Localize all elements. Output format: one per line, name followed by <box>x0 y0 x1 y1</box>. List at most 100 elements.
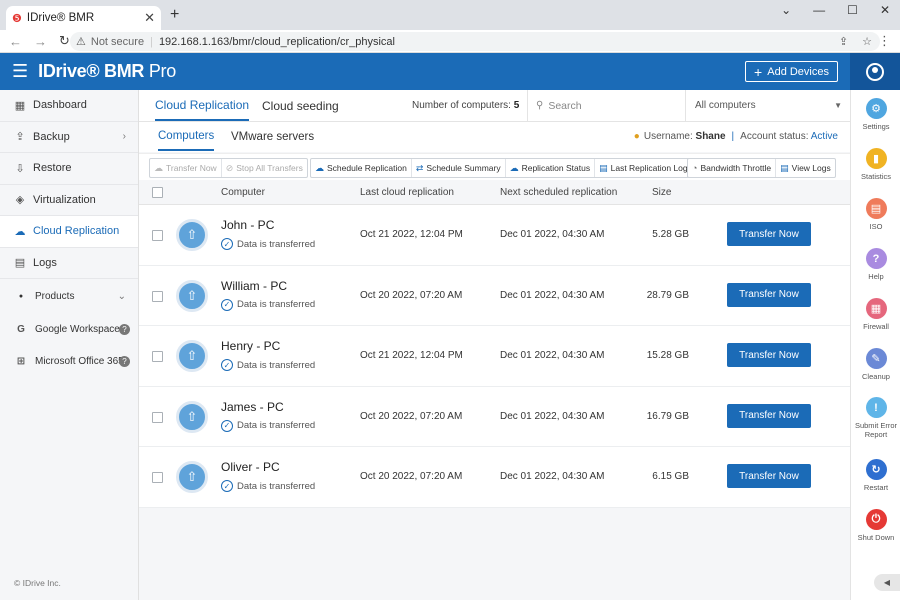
last-replication-date: Oct 21 2022, 12:04 PM <box>360 229 463 240</box>
cloud-upload-icon: ⇧ <box>176 400 208 433</box>
right-tool-rail: ⚙ Settings ▮ Statistics ▤ ISO ? Help ▦ Firewa… <box>850 90 900 600</box>
user-profile-button[interactable] <box>850 53 900 90</box>
maximize-button[interactable]: ☐ <box>847 3 858 17</box>
bullet-icon: ● <box>18 292 24 300</box>
main-content: Cloud Replication Cloud seeding Number o… <box>139 90 850 600</box>
transfer-status: ✓ Data is transferred <box>221 238 315 250</box>
schedule-summary-button[interactable]: ⇄ Schedule Summary <box>412 159 506 177</box>
rail-shut-down[interactable]: ⏻ Shut Down <box>851 509 900 542</box>
search-input[interactable]: ⚲ Search <box>527 90 685 121</box>
url-field[interactable]: ⚠ Not secure | 192.168.1.163/bmr/cloud_r… <box>70 32 880 51</box>
help-icon[interactable]: ? <box>119 355 130 367</box>
sidebar-item-virtualization[interactable]: ◈ Virtualization <box>0 185 138 216</box>
transfer-status: ✓ Data is transferred <box>221 298 315 311</box>
caret-left-icon: ◀ <box>883 578 891 587</box>
last-replication-log-button[interactable]: ▤ Last Replication Log <box>595 159 692 177</box>
help-icon: ? <box>865 248 887 269</box>
close-window-button[interactable]: ✕ <box>880 3 890 17</box>
share-icon[interactable]: ⇪ <box>839 35 848 48</box>
sidebar-item-google-workspace[interactable]: G Google Workspace? <box>0 313 138 345</box>
restore-icon: ⇩ <box>15 162 25 175</box>
row-checkbox[interactable] <box>152 411 163 423</box>
cleanup-icon: ✎ <box>865 348 887 369</box>
row-checkbox[interactable] <box>152 351 163 362</box>
minimize-button[interactable]: — <box>813 3 825 17</box>
check-circle-icon: ✓ <box>221 480 233 492</box>
tab-close-icon[interactable]: ✕ <box>144 10 155 26</box>
sidebar-item-office-365[interactable]: ⊞ Microsoft Office 365? <box>0 345 138 377</box>
transfer-now-button[interactable]: Transfer Now <box>727 464 811 488</box>
cloud-icon: ☁ <box>14 225 26 238</box>
select-all-checkbox[interactable] <box>152 187 163 198</box>
sidebar-item-backup[interactable]: ⇪ Backup › <box>0 122 138 153</box>
last-replication-date: Oct 20 2022, 07:20 AM <box>360 410 463 422</box>
cloud-upload-icon: ☁ <box>154 162 163 173</box>
row-checkbox[interactable] <box>152 290 163 302</box>
view-logs-button[interactable]: ▤ View Logs <box>776 159 835 177</box>
sidebar-item-cloud-replication[interactable]: ☁ Cloud Replication <box>0 216 138 248</box>
rail-cleanup[interactable]: ✎ Cleanup <box>851 348 900 381</box>
bookmark-star-icon[interactable]: ☆ <box>862 35 872 48</box>
tab-computers[interactable]: Computers <box>158 122 215 151</box>
caret-down-icon: ▼ <box>834 101 842 110</box>
browser-tab[interactable]: ❺ IDrive® BMR ✕ <box>6 6 161 30</box>
new-tab-button[interactable]: + <box>170 6 179 24</box>
transfer-now-button[interactable]: Transfer Now <box>727 282 811 307</box>
forward-icon[interactable]: → <box>34 34 47 49</box>
check-circle-icon: ✓ <box>221 238 233 250</box>
replication-status-button[interactable]: ☁ Replication Status <box>506 159 596 177</box>
gauge-icon: ◔ <box>692 163 698 173</box>
last-replication-date: Oct 20 2022, 07:20 AM <box>360 471 463 482</box>
sidebar-item-restore[interactable]: ⇩ Restore <box>0 153 138 185</box>
hamburger-menu-icon[interactable]: ☰ <box>12 61 28 82</box>
layers-icon: ◈ <box>15 194 25 207</box>
rail-help[interactable]: ? Help <box>851 248 900 281</box>
column-computer[interactable]: Computer <box>221 187 265 198</box>
bandwidth-throttle-button[interactable]: ◔ Bandwidth Throttle <box>688 159 777 177</box>
row-checkbox[interactable] <box>152 472 163 483</box>
column-next-replication[interactable]: Next scheduled replication <box>500 187 617 198</box>
reload-icon[interactable]: ↻ <box>59 33 70 49</box>
transfer-now-button[interactable]: Transfer Now <box>727 403 811 428</box>
rail-restart[interactable]: ↻ Restart <box>851 459 900 492</box>
column-size[interactable]: Size <box>652 187 671 198</box>
check-circle-icon: ✓ <box>221 419 233 432</box>
collapse-rail-button[interactable]: ◀ <box>874 574 900 591</box>
cloud-status-icon: ☁ <box>509 162 519 173</box>
back-icon[interactable]: ← <box>9 34 22 49</box>
transfer-status: ✓ Data is transferred <box>221 419 315 432</box>
row-checkbox[interactable] <box>152 230 163 241</box>
top-tabs: Cloud Replication Cloud seeding Number o… <box>139 90 850 122</box>
tab-vmware-servers[interactable]: VMware servers <box>231 122 314 151</box>
search-icon: ⚲ <box>536 100 544 111</box>
tab-search-icon[interactable]: ⌄ <box>781 3 791 17</box>
browser-menu-icon[interactable]: ⋮ <box>878 33 891 49</box>
sidebar-item-logs[interactable]: ▤ Logs <box>0 248 138 279</box>
stop-all-transfers-button[interactable]: ⊘ Stop All Transfers <box>222 159 307 177</box>
transfer-now-button[interactable]: Transfer Now <box>727 222 811 246</box>
tab-cloud-seeding[interactable]: Cloud seeding <box>262 90 339 121</box>
rail-submit-error-report[interactable]: ! Submit Error Report <box>851 397 900 439</box>
transfer-now-button[interactable]: Transfer Now <box>727 343 811 367</box>
idrive-favicon-icon: ❺ <box>12 12 22 25</box>
rail-firewall[interactable]: ▦ Firewall <box>851 298 900 331</box>
transfer-now-toolbar-button[interactable]: ☁ Transfer Now <box>150 159 222 177</box>
next-replication-date: Dec 01 2022, 04:30 AM <box>500 229 605 240</box>
check-circle-icon: ✓ <box>221 298 233 311</box>
sidebar-item-dashboard[interactable]: ▦ Dashboard <box>0 90 138 122</box>
rail-iso[interactable]: ▤ ISO <box>851 198 900 231</box>
schedule-replication-button[interactable]: ☁ Schedule Replication <box>311 159 412 177</box>
rail-settings[interactable]: ⚙ Settings <box>851 98 900 131</box>
sidebar-products-toggle[interactable]: ● Products ⌄ <box>0 279 138 313</box>
warning-icon: ⚠ <box>76 36 86 48</box>
help-icon[interactable]: ? <box>119 323 130 335</box>
cloud-schedule-icon: ☁ <box>315 162 324 173</box>
rail-statistics[interactable]: ▮ Statistics <box>851 148 900 181</box>
computer-filter-select[interactable]: All computers ▼ <box>685 90 850 121</box>
tab-cloud-replication[interactable]: Cloud Replication <box>155 90 250 121</box>
backup-icon: ⇪ <box>15 131 25 144</box>
chart-icon: ▮ <box>865 148 887 169</box>
add-devices-button[interactable]: + Add Devices <box>745 61 838 82</box>
column-last-replication[interactable]: Last cloud replication <box>360 187 454 198</box>
next-replication-date: Dec 01 2022, 04:30 AM <box>500 350 605 361</box>
